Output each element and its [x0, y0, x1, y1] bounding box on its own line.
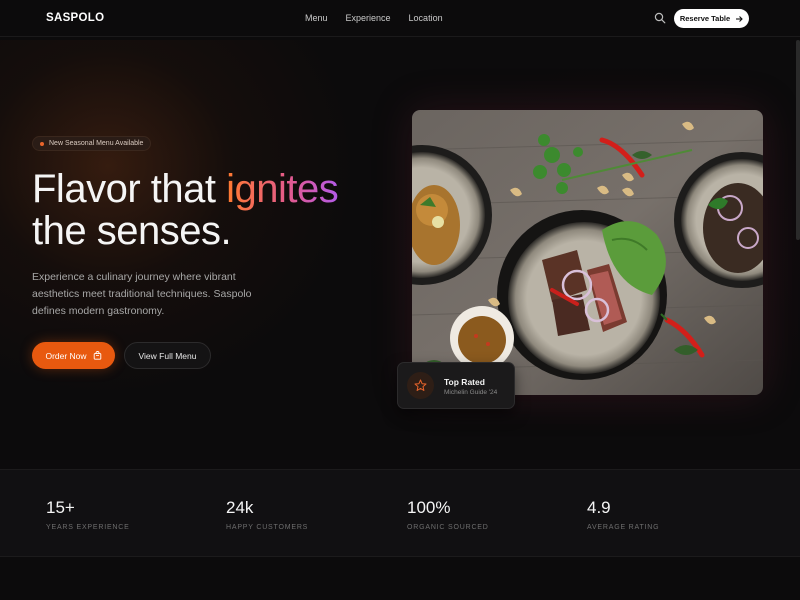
hero-headline: Flavor that ignites the senses. [32, 167, 339, 253]
stat-label: Years Experience [46, 524, 130, 531]
reserve-table-label: Reserve Table [679, 14, 731, 23]
stat-label: Happy Customers [226, 524, 309, 531]
hero-description: Experience a culinary journey where vibr… [32, 271, 252, 317]
stat-happy-customers: 24k Happy Customers [226, 498, 308, 531]
stat-value: 24k [226, 498, 254, 517]
headline-suffix: the senses. [32, 209, 232, 253]
arrow-right-icon [736, 15, 743, 22]
stat-years-experience: 15+ Years Experience [46, 498, 130, 531]
stat-value: 100% [407, 498, 451, 517]
stat-label: Organic Sourced [407, 524, 489, 531]
stat-value: 4.9 [587, 498, 611, 517]
headline-accent: ignites [226, 167, 339, 211]
stat-value: 15+ [46, 498, 75, 517]
view-full-menu-label: View Full Menu [138, 350, 197, 361]
top-rated-title: Top Rated [444, 377, 485, 387]
badge-text: New Seasonal Menu Available [49, 140, 144, 147]
headline-prefix: Flavor that [32, 167, 227, 211]
top-rated-subtitle: Michelin Guide '24 [444, 389, 498, 396]
seasonal-menu-badge[interactable]: New Seasonal Menu Available [32, 136, 152, 151]
order-now-button[interactable]: Order Now [32, 342, 115, 369]
nav-link-location[interactable]: Location [409, 13, 443, 23]
page-scrollbar[interactable] [796, 40, 800, 240]
reserve-table-button[interactable]: Reserve Table [674, 9, 749, 28]
shopping-bag-icon [93, 351, 101, 360]
stat-label: Average Rating [587, 524, 660, 531]
stats-bar: 15+ Years Experience 24k Happy Customers… [0, 469, 800, 557]
star-icon [414, 379, 427, 391]
view-full-menu-button[interactable]: View Full Menu [124, 342, 211, 369]
star-icon-wrapper [407, 372, 434, 399]
search-icon[interactable] [654, 12, 666, 24]
brand-logo[interactable]: SASPOLO [46, 12, 104, 24]
top-rated-card: Top Rated Michelin Guide '24 [397, 362, 515, 409]
hero-food-image [412, 110, 763, 395]
nav-link-menu[interactable]: Menu [305, 13, 328, 23]
order-now-label: Order Now [45, 350, 87, 361]
landing-page: SASPOLO Menu Experience Location Reserve… [0, 0, 800, 600]
stat-organic-sourced: 100% Organic Sourced [407, 498, 489, 531]
nav-links: Menu Experience Location [305, 13, 443, 23]
badge-dot [40, 141, 44, 146]
top-navigation: SASPOLO Menu Experience Location Reserve… [0, 0, 800, 37]
stat-average-rating: 4.9 Average Rating [587, 498, 659, 531]
nav-link-experience[interactable]: Experience [346, 13, 391, 23]
food-photo-illustration [412, 110, 763, 395]
